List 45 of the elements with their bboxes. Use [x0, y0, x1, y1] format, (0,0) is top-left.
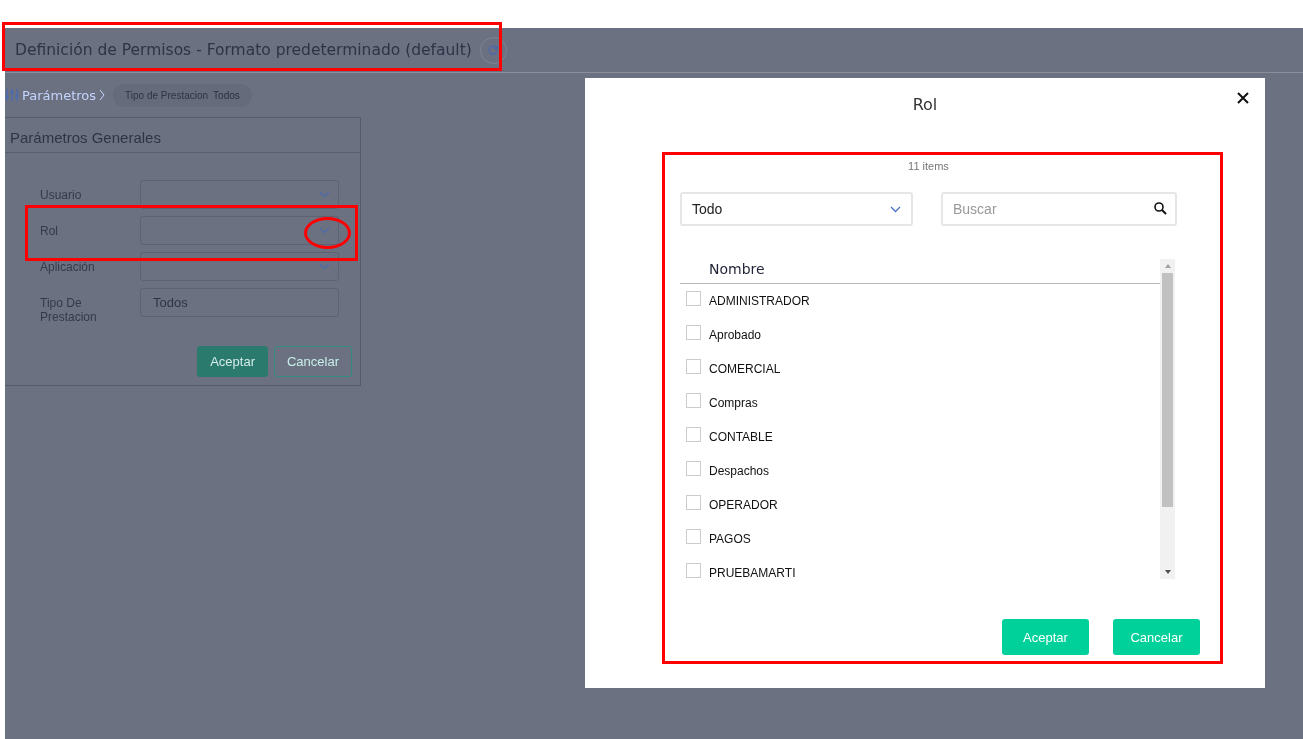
cancel-button[interactable]: Cancelar	[273, 346, 352, 377]
page-title: Definición de Permisos - Formato predeterminado (default)	[15, 41, 472, 59]
role-name: CONTABLE	[709, 430, 773, 444]
accept-button[interactable]: Aceptar	[197, 346, 268, 377]
role-name: Aprobado	[709, 328, 762, 342]
search-icon	[1154, 202, 1167, 215]
column-header: Nombre	[680, 259, 1160, 284]
sliders-icon	[5, 88, 19, 102]
role-name: PAGOS	[709, 532, 751, 546]
chevron-down-icon	[319, 191, 330, 198]
filter-select[interactable]: Todo	[680, 192, 913, 226]
checkbox[interactable]	[686, 426, 701, 442]
checkbox[interactable]	[686, 358, 701, 374]
chevron-down-icon	[319, 227, 330, 234]
refresh-icon	[487, 44, 500, 56]
role-name: COMERCIAL	[709, 362, 781, 376]
checkbox[interactable]	[686, 290, 701, 306]
annotation-ellipse	[304, 217, 351, 249]
checkbox[interactable]	[686, 528, 701, 544]
checkbox[interactable]	[686, 494, 701, 510]
select-field[interactable]	[140, 216, 339, 245]
chevron-down-icon	[890, 205, 901, 213]
select-field[interactable]	[140, 252, 339, 281]
accept-button[interactable]: Aceptar	[1002, 619, 1089, 655]
checkbox[interactable]	[686, 562, 701, 578]
scrollbar[interactable]	[1160, 259, 1175, 579]
select-field[interactable]	[140, 180, 339, 209]
checkbox[interactable]	[686, 392, 701, 408]
role-name: OPERADOR	[709, 498, 778, 512]
role-name: ADMINISTRADOR	[709, 294, 810, 308]
input-field[interactable]: Todos	[140, 288, 339, 317]
search-field[interactable]: Buscar	[941, 192, 1177, 226]
checkbox[interactable]	[686, 324, 701, 340]
role-name: PRUEBAMARTI	[709, 566, 796, 580]
cancel-button[interactable]: Cancelar	[1113, 619, 1200, 655]
parameters-link[interactable]: Parámetros	[5, 87, 106, 103]
role-name: Compras	[709, 396, 758, 410]
chevron-down-icon	[319, 263, 330, 270]
item-count: 11 items	[908, 160, 949, 172]
role-name: Despachos	[709, 464, 770, 478]
close-button[interactable]	[1237, 92, 1251, 106]
panel-title: Parámetros Generales	[5, 118, 360, 153]
checkbox[interactable]	[686, 460, 701, 476]
dialog-title: Rol	[912, 94, 938, 114]
chevron-right-icon	[99, 89, 106, 101]
